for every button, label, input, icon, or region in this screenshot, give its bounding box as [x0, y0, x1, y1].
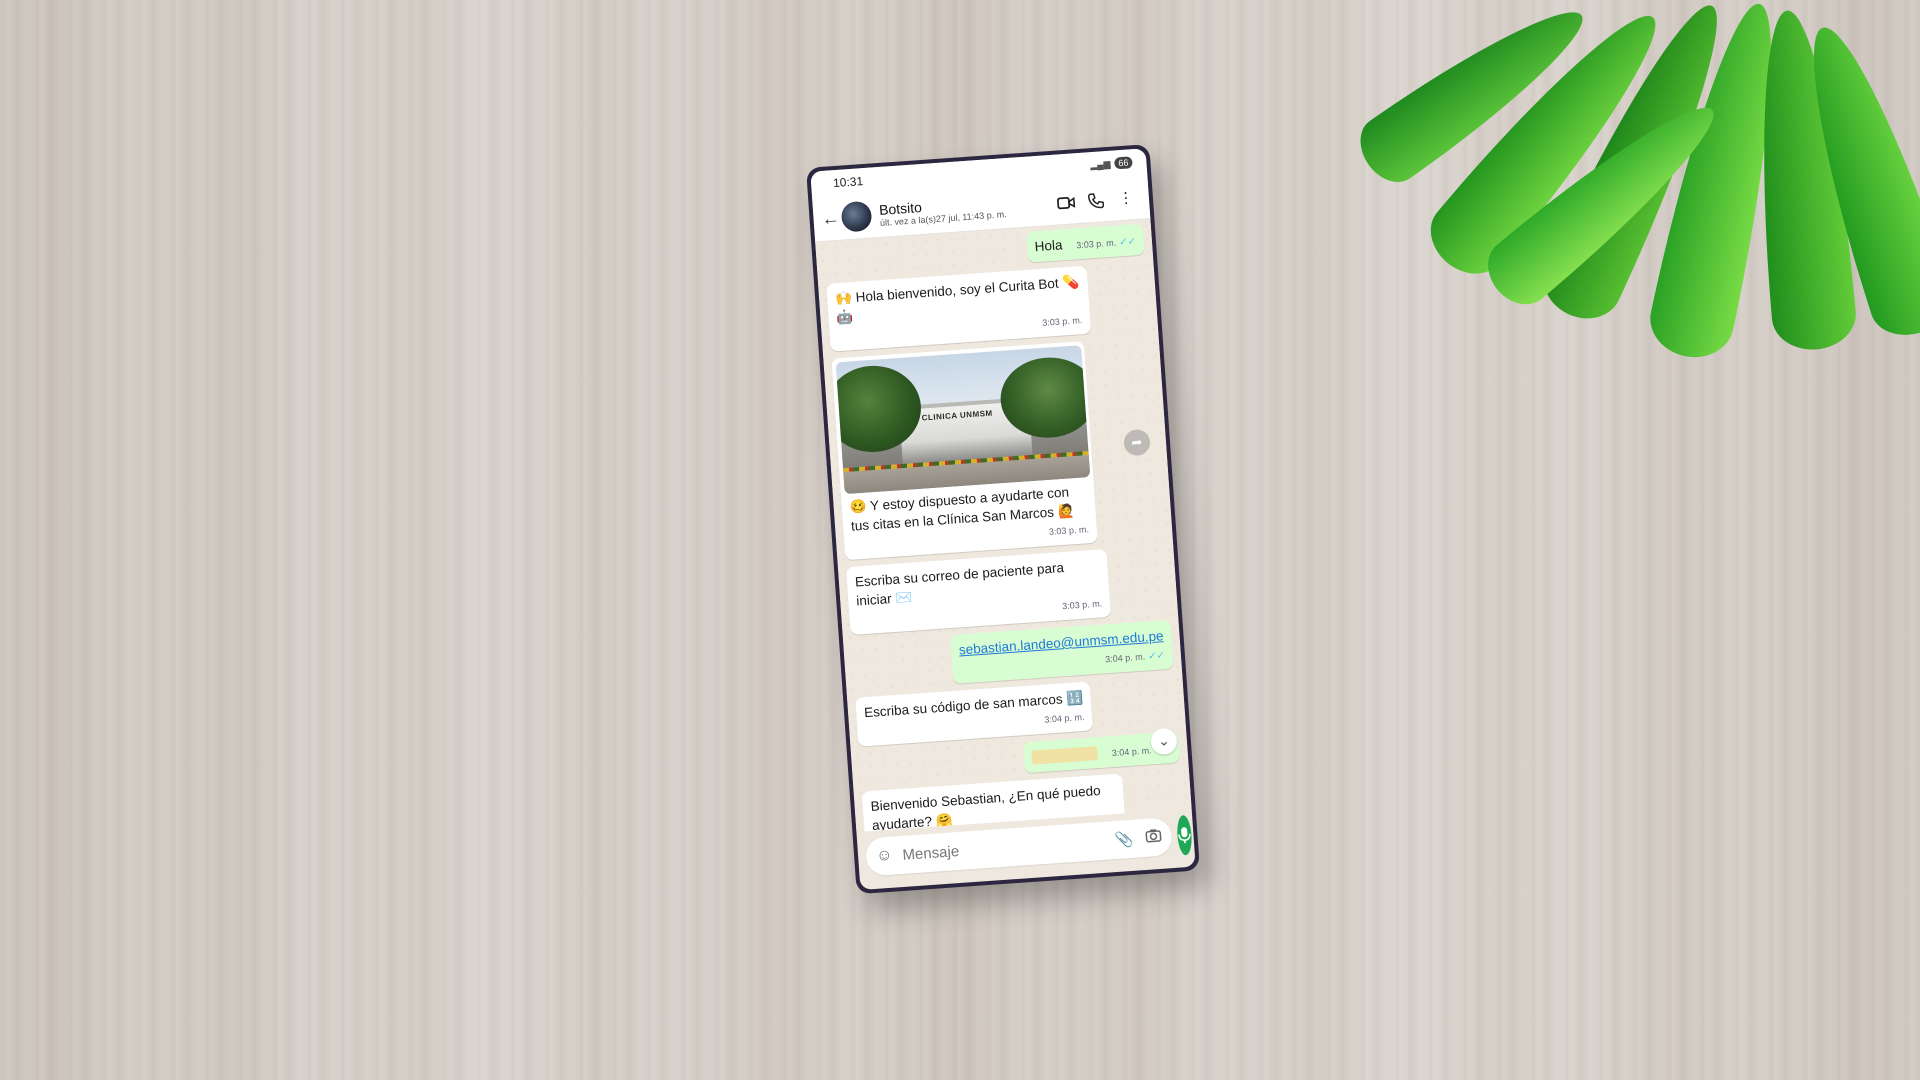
message-row: 🙌 Hola bienvenido, soy el Curita Bot 💊🤖 …: [826, 262, 1150, 352]
microphone-icon: [1178, 827, 1191, 844]
read-ticks-icon: ✓✓: [1118, 236, 1137, 249]
redacted-code: [1031, 746, 1099, 766]
message-time: 3:04 p. m.: [1111, 745, 1153, 759]
message-bubble-in[interactable]: 🙌 Hola bienvenido, soy el Curita Bot 💊🤖 …: [826, 265, 1092, 352]
message-bubble-out[interactable]: sebastian.landeo@unmsm.edu.pe 3:04 p. m.…: [949, 619, 1174, 684]
message-text: Hola: [1034, 237, 1063, 255]
message-bubble-in-image[interactable]: CLINICA UNMSM 🥴 Y estoy dispuesto a ayud…: [831, 341, 1098, 561]
back-arrow-icon[interactable]: ←: [821, 207, 842, 229]
phone-screen: 10:31 ▂▄▆ 66 ← Botsito últ. vez a la(s)2…: [810, 148, 1196, 890]
message-bubble-out[interactable]: Hola 3:03 p. m. ✓✓: [1025, 223, 1145, 263]
more-options-icon[interactable]: ⋮: [1110, 188, 1141, 208]
microphone-button[interactable]: [1176, 814, 1193, 856]
video-call-icon[interactable]: [1050, 192, 1081, 211]
message-bubble-in[interactable]: Escriba su correo de paciente para inici…: [845, 548, 1112, 636]
attachment-icon[interactable]: 📎: [1114, 830, 1134, 849]
chat-area[interactable]: Hola 3:03 p. m. ✓✓ 🙌 Hola bienvenido, soy…: [815, 219, 1192, 833]
message-row: Escriba su correo de paciente para inici…: [845, 545, 1170, 636]
signal-icon: ▂▄▆: [1089, 158, 1111, 170]
message-row: CLINICA UNMSM 🥴 Y estoy dispuesto a ayud…: [831, 336, 1164, 561]
plant-decoration: [1360, 0, 1920, 380]
contact-info[interactable]: Botsito últ. vez a la(s)27 jul, 11:43 p.…: [879, 190, 1052, 228]
message-time: 3:03 p. m.: [1075, 237, 1117, 251]
phone-call-icon[interactable]: [1080, 190, 1111, 209]
battery-indicator: 66: [1114, 156, 1133, 170]
message-bubble-in[interactable]: Escriba su código de san marcos 🔢 3:04 p…: [855, 681, 1094, 747]
phone-device: 10:31 ▂▄▆ 66 ← Botsito últ. vez a la(s)2…: [806, 144, 1200, 895]
emoji-icon[interactable]: ☺: [876, 847, 894, 866]
message-input[interactable]: [899, 831, 1104, 865]
camera-icon[interactable]: [1145, 828, 1162, 847]
forward-icon[interactable]: ➦: [1123, 428, 1151, 457]
avatar[interactable]: [840, 200, 873, 233]
status-time: 10:31: [832, 174, 864, 191]
clinic-photo[interactable]: CLINICA UNMSM: [835, 345, 1091, 495]
read-ticks-icon: ✓✓: [1147, 650, 1166, 663]
status-icons: ▂▄▆ 66: [1090, 156, 1133, 171]
message-time: 3:04 p. m.: [1104, 651, 1146, 665]
